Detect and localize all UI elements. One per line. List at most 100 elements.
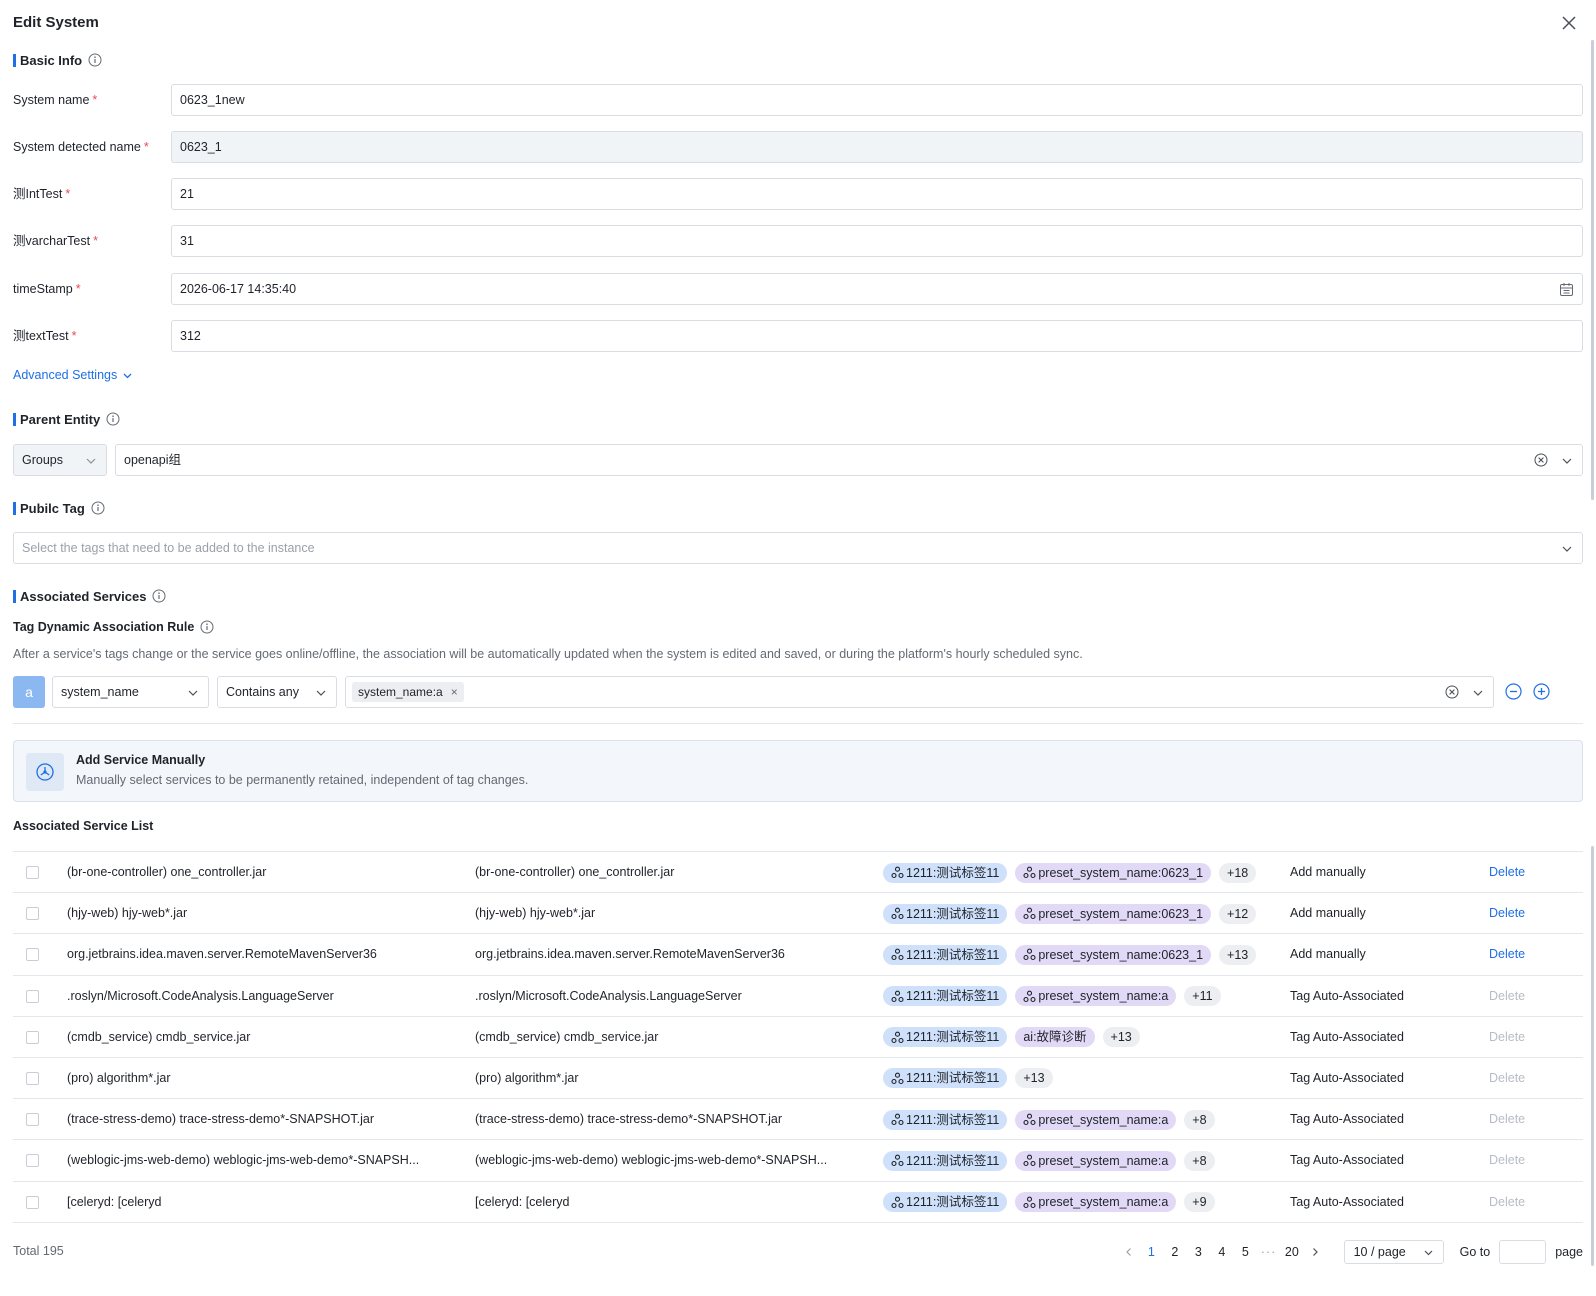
page-ellipsis[interactable]: ··· — [1257, 1245, 1280, 1259]
delete-button[interactable]: Delete — [1489, 852, 1525, 893]
info-icon[interactable] — [106, 412, 120, 426]
rule-value-select[interactable]: system_name:a × — [345, 676, 1494, 708]
form-row-system-detected-name: System detected name * 0623_1 — [13, 131, 1583, 163]
table-row: (cmdb_service) cmdb_service.jar (cmdb_ser… — [13, 1017, 1583, 1058]
row-checkbox[interactable] — [26, 866, 39, 879]
divider — [13, 723, 1583, 724]
delete-button[interactable]: Delete — [1489, 934, 1525, 975]
parent-entity-select[interactable]: openapi组 — [115, 444, 1583, 476]
service-detected-name: (br-one-controller) one_controller.jar — [475, 865, 675, 879]
page-3[interactable]: 3 — [1187, 1245, 1211, 1259]
chevron-down-icon — [1562, 546, 1572, 552]
info-icon[interactable] — [200, 620, 214, 634]
service-tag-text: preset_system_name:a — [1038, 1112, 1169, 1127]
tag-cluster-icon — [1023, 866, 1036, 879]
service-tag-text: +13 — [1110, 1030, 1132, 1045]
service-tag: 1211:测试标签11 — [883, 1192, 1008, 1212]
remove-rule-icon[interactable] — [1505, 683, 1522, 700]
info-icon[interactable] — [91, 501, 105, 515]
service-tag-text: 1211:测试标签11 — [906, 906, 1000, 921]
next-page-icon[interactable] — [1304, 1247, 1326, 1257]
row-checkbox[interactable] — [26, 1154, 39, 1168]
chevron-down-icon — [1562, 458, 1572, 464]
section-title: Basic Info — [20, 52, 83, 68]
close-icon[interactable] — [1560, 14, 1578, 32]
row-checkbox[interactable] — [26, 1195, 39, 1209]
row-checkbox[interactable] — [26, 1113, 39, 1127]
page-4[interactable]: 4 — [1210, 1245, 1234, 1259]
text-test-input[interactable]: 312 — [171, 320, 1583, 352]
page-last[interactable]: 20 — [1280, 1245, 1304, 1259]
service-tag: +8 — [1184, 1150, 1215, 1171]
tag-cluster-icon — [1023, 949, 1036, 961]
service-tag: 1211:测试标签11 — [883, 1109, 1008, 1130]
delete-button: Delete — [1489, 1194, 1526, 1209]
delete-button[interactable]: Delete — [1489, 893, 1525, 934]
service-detected-name: (cmdb_service) cmdb_service.jar — [475, 1029, 659, 1044]
delete-button: Delete — [1489, 1029, 1526, 1044]
chevron-down-icon — [316, 690, 326, 696]
service-tag: 1211:测试标签11 — [883, 862, 1008, 883]
prev-page-icon[interactable] — [1118, 1247, 1140, 1257]
rule-operator-select[interactable]: Contains any — [217, 676, 337, 708]
parent-type-select[interactable]: Groups — [13, 444, 107, 476]
scrollbar-thumb[interactable] — [1591, 846, 1594, 1266]
service-tag: +13 — [1015, 1068, 1053, 1089]
add-service-manually-card[interactable]: Add Service Manually Manually select ser… — [13, 740, 1583, 802]
int-test-input[interactable]: 21 — [171, 178, 1583, 210]
varchar-test-input[interactable]: 31 — [171, 225, 1583, 257]
page-label: page — [1555, 1245, 1583, 1259]
row-checkbox[interactable] — [26, 1071, 39, 1085]
row-checkbox[interactable] — [26, 989, 39, 1003]
info-icon[interactable] — [88, 53, 102, 67]
field-label: 测textTest * — [13, 329, 77, 343]
page-size-select[interactable]: 10 / page — [1343, 1240, 1444, 1264]
service-tag: +11 — [1184, 986, 1221, 1007]
page-2[interactable]: 2 — [1163, 1245, 1187, 1259]
service-tag-text: preset_system_name:0623_1 — [1038, 947, 1204, 962]
service-tag: 1211:测试标签11 — [883, 1068, 1008, 1089]
service-tag-text: preset_system_name:a — [1038, 1153, 1169, 1168]
association-source: Tag Auto-Associated — [1290, 1153, 1404, 1168]
dialog-header: Edit System — [13, 12, 1583, 34]
chevron-down-icon — [188, 690, 198, 696]
table-row: (br-one-controller) one_controller.jar (b… — [13, 852, 1583, 894]
service-tag: 1211:测试标签11 — [883, 986, 1008, 1007]
advanced-settings-toggle[interactable]: Advanced Settings — [13, 368, 133, 382]
system-name-input[interactable]: 0623_1new — [171, 84, 1583, 116]
row-checkbox[interactable] — [26, 948, 39, 962]
chip-close-icon[interactable]: × — [451, 685, 458, 699]
service-tag-text: +11 — [1192, 989, 1213, 1004]
add-rule-icon[interactable] — [1533, 683, 1550, 700]
calendar-icon[interactable] — [1559, 282, 1574, 297]
association-source: Tag Auto-Associated — [1290, 988, 1404, 1003]
service-tag-text: preset_system_name:a — [1038, 1195, 1169, 1209]
service-tag-text: 1211:测试标签11 — [906, 1112, 1000, 1127]
goto-page-input[interactable] — [1499, 1240, 1547, 1264]
tag-cluster-icon — [891, 949, 904, 961]
service-tag-text: 1211:测试标签11 — [906, 1195, 1000, 1209]
form-row-text-test: 测textTest * 312 — [13, 320, 1583, 352]
scrollbar-thumb[interactable] — [1591, 40, 1594, 500]
association-source: Add manually — [1290, 947, 1366, 962]
page-1[interactable]: 1 — [1140, 1245, 1164, 1259]
table-row: [celeryd: [celeryd [celeryd: [celeryd 1211… — [13, 1182, 1583, 1223]
manual-icon-wrap — [26, 753, 64, 791]
service-tag-text: ai:故障诊断 — [1023, 1030, 1087, 1045]
clear-icon[interactable] — [1534, 453, 1548, 467]
service-tag-text: 1211:测试标签11 — [906, 1153, 1000, 1168]
service-tag: 1211:测试标签11 — [883, 1027, 1008, 1048]
service-detected-name: (trace-stress-demo) trace-stress-demo*-S… — [475, 1112, 783, 1127]
rule-key-select[interactable]: system_name — [52, 676, 209, 708]
clear-icon[interactable] — [1445, 685, 1459, 699]
service-tags: 1211:测试标签11 preset_system_name:0623_1 +18 — [883, 852, 1257, 893]
section-public-tag: Pubilc Tag — [13, 499, 105, 517]
public-tag-select[interactable]: Select the tags that need to be added to… — [13, 532, 1583, 564]
association-source: Tag Auto-Associated — [1290, 1029, 1404, 1044]
table-row: (weblogic-jms-web-demo) weblogic-jms-web… — [13, 1140, 1583, 1182]
page-5[interactable]: 5 — [1234, 1245, 1258, 1259]
info-icon[interactable] — [152, 589, 166, 603]
row-checkbox[interactable] — [26, 907, 39, 921]
row-checkbox[interactable] — [26, 1030, 39, 1044]
timestamp-picker[interactable]: 2026-06-17 14:35:40 — [171, 273, 1583, 305]
